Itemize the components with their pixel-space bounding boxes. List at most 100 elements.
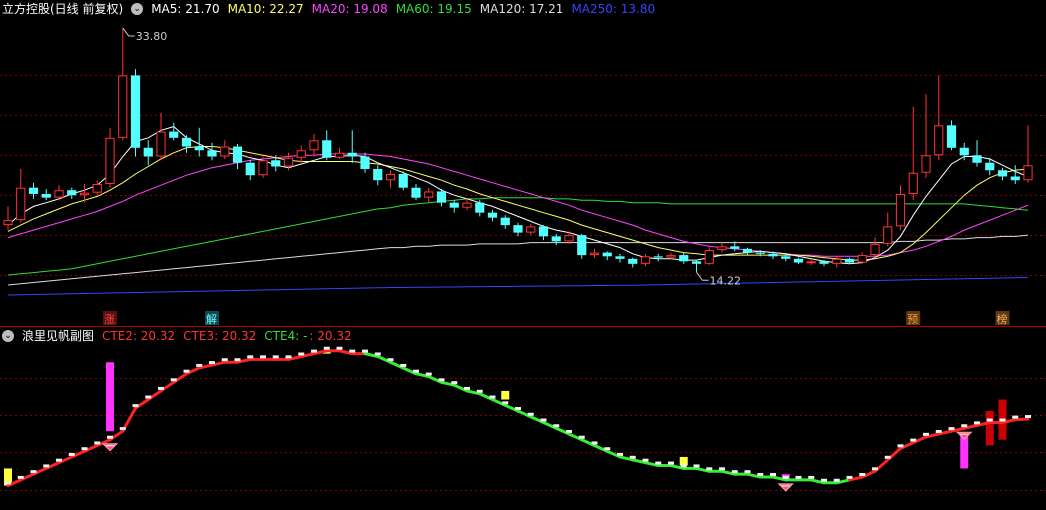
candle-body <box>322 140 332 158</box>
ma250-line <box>7 277 1029 296</box>
candle-body <box>220 146 230 157</box>
candle <box>169 122 179 141</box>
high-price-label: 33.80 <box>136 30 168 43</box>
candle-body <box>449 202 459 208</box>
candle <box>666 252 676 259</box>
low-price-label: 14.22 <box>710 274 742 287</box>
candle <box>436 188 447 207</box>
candle <box>220 140 230 160</box>
candle-body <box>411 187 421 198</box>
trend-tick <box>183 369 190 373</box>
candle-body <box>283 157 294 167</box>
candle-body <box>462 202 472 208</box>
trend-tick <box>910 438 917 442</box>
candle <box>793 257 804 264</box>
candle-body <box>730 246 740 249</box>
candle <box>577 233 587 259</box>
candle <box>844 257 855 264</box>
trend-tick <box>655 461 662 465</box>
candle-body <box>156 131 166 157</box>
candle-body <box>870 243 880 256</box>
trend-tick <box>464 386 470 390</box>
trend-tick <box>476 389 483 393</box>
trend-tick <box>744 470 751 474</box>
candle <box>691 260 702 273</box>
candle-body <box>793 258 804 263</box>
trend-tick <box>56 458 62 462</box>
candle-body <box>985 162 995 171</box>
trend-tick <box>833 478 840 482</box>
candle-body <box>181 137 192 147</box>
candle-body <box>806 261 816 264</box>
stock-chart[interactable]: 33.80 14.22 涨 解 预 榜 <box>0 0 1046 510</box>
trend-tick <box>374 352 381 356</box>
trend-tick <box>706 467 713 471</box>
trend-tick <box>362 349 368 353</box>
candle-body <box>475 202 485 213</box>
candle <box>424 187 434 203</box>
candle-body <box>347 152 357 157</box>
marker-jie[interactable]: 解 <box>205 311 219 326</box>
candle <box>1023 125 1033 183</box>
candle-body <box>972 155 982 163</box>
candle-body <box>1023 165 1033 181</box>
trend-tick <box>132 404 139 408</box>
candle <box>322 130 332 161</box>
candle-body <box>54 190 64 198</box>
candle-body <box>92 183 102 193</box>
trend-tick <box>68 452 75 456</box>
trend-tick <box>731 470 738 474</box>
candle-body <box>424 191 434 198</box>
trend-tick <box>94 441 101 445</box>
marker-yu[interactable]: 预 <box>906 311 921 326</box>
candle <box>449 200 459 213</box>
signal-shape <box>956 431 973 440</box>
trend-tick <box>489 395 496 399</box>
marker-zhang[interactable]: 涨 <box>103 311 117 326</box>
candle-body <box>258 160 268 176</box>
trend-tick <box>170 378 177 382</box>
candle <box>28 182 39 199</box>
trend-tick <box>400 363 407 367</box>
trend-tick <box>566 429 572 433</box>
trend-tick <box>578 435 585 439</box>
signal-bar <box>985 411 994 446</box>
candle <box>653 253 663 262</box>
candle <box>589 248 600 258</box>
candle-body <box>883 226 893 244</box>
candle-body <box>895 193 906 227</box>
trend-tick <box>872 467 878 471</box>
candle-body <box>373 168 383 181</box>
candle-body <box>232 146 243 163</box>
candle <box>972 140 982 167</box>
signal-shape <box>101 443 119 452</box>
candle <box>717 242 727 253</box>
candle-body <box>526 226 536 233</box>
candle <box>742 247 753 256</box>
trend-tick <box>808 475 815 479</box>
candle <box>921 94 931 178</box>
candle-body <box>704 250 714 264</box>
trend-tick <box>986 418 993 422</box>
trend-tick <box>158 386 164 390</box>
trend-tick <box>107 435 113 439</box>
candle-body <box>653 256 663 258</box>
trend-tick <box>119 427 126 431</box>
low-pointer <box>696 272 709 281</box>
trend-tick <box>782 475 789 479</box>
trend-tick <box>43 464 50 468</box>
candle <box>959 142 969 161</box>
candle-body <box>666 255 676 258</box>
candle <box>207 142 217 161</box>
trend-tick <box>5 481 11 485</box>
marker-bang[interactable]: 榜 <box>995 311 1010 326</box>
trend-tick <box>935 429 942 433</box>
trend-tick <box>974 421 980 425</box>
trend-tick <box>527 412 534 416</box>
candle <box>385 170 396 188</box>
trend-tick <box>846 475 853 479</box>
candle-body <box>130 75 141 148</box>
trend-tick <box>438 378 445 382</box>
candle-body <box>105 137 115 184</box>
trend-tick <box>30 470 37 474</box>
